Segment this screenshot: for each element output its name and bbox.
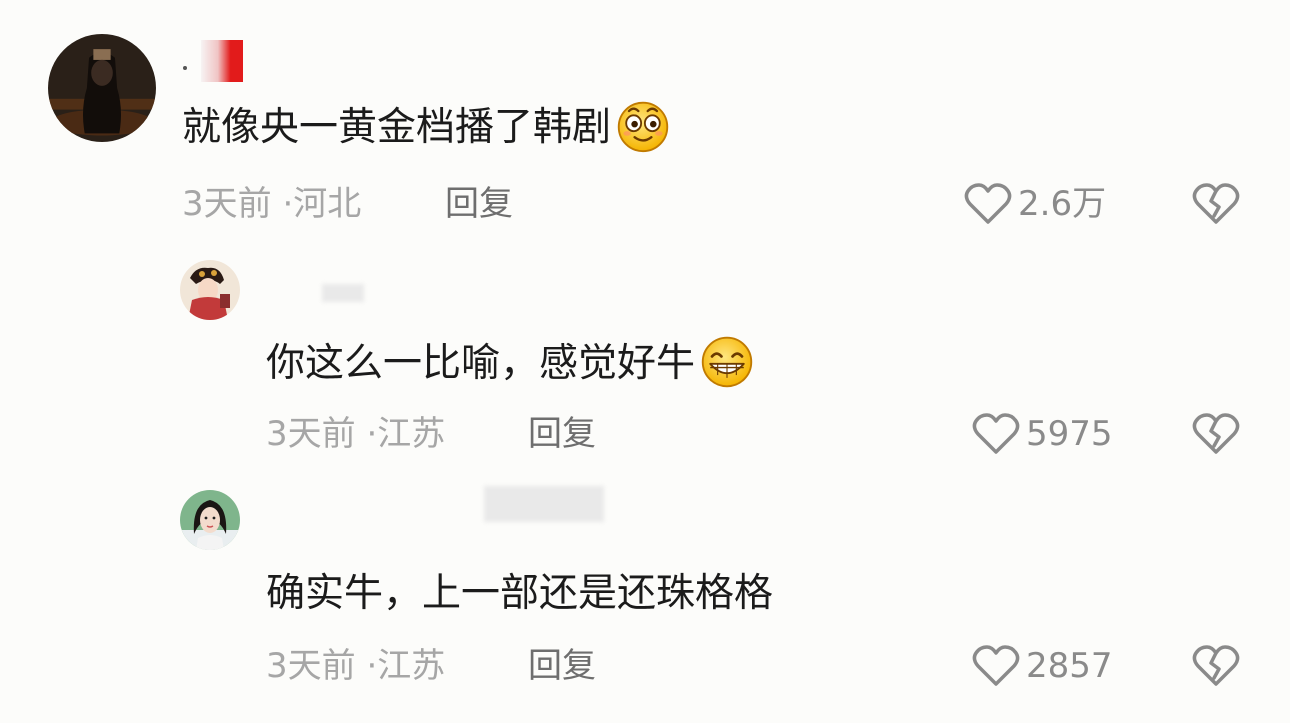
reply-button[interactable]: 回复 (445, 182, 513, 226)
comment-time: 3天前 (266, 646, 356, 686)
avatar-image (48, 34, 156, 142)
comment-1: 就像央一黄金档播了韩剧 3天前 ·河北 回复 2.6万 (0, 0, 1290, 240)
reply-button[interactable]: 回复 (528, 412, 596, 456)
username-redacted[interactable] (322, 284, 364, 302)
broken-heart-icon (1192, 413, 1240, 454)
heart-outline-icon (972, 645, 1020, 686)
like-button[interactable]: 5975 (972, 412, 1113, 456)
dislike-button[interactable] (1192, 644, 1240, 688)
comment-text-content: 就像央一黄金档播了韩剧 (182, 105, 612, 150)
comment-location: 江苏 (377, 414, 446, 454)
like-count: 5975 (1026, 414, 1113, 454)
grin-emoji-icon (701, 336, 753, 387)
like-button[interactable]: 2.6万 (964, 182, 1106, 226)
comment-location: 江苏 (377, 646, 446, 686)
comment-2: 你这么一比喻，感觉好牛 3天前 ·江苏 回复 5975 (0, 240, 1290, 470)
comment-time: 3天前 (182, 184, 272, 224)
broken-heart-icon (1192, 183, 1240, 224)
comment-time: 3天前 (266, 414, 356, 454)
comment-text: 确实牛，上一部还是还珠格格 (266, 570, 773, 618)
like-count: 2857 (1026, 646, 1113, 686)
avatar-image (180, 490, 240, 550)
meta-separator: · (366, 646, 378, 686)
dislike-button[interactable] (1192, 182, 1240, 226)
reply-button[interactable]: 回复 (528, 644, 596, 688)
comment-text: 你这么一比喻，感觉好牛 (266, 336, 755, 390)
broken-heart-icon (1192, 645, 1240, 686)
meta-separator: · (366, 414, 378, 454)
meta-separator: · (282, 184, 294, 224)
comment-location: 河北 (293, 184, 362, 224)
heart-outline-icon (972, 413, 1020, 454)
comment-meta: 3天前 ·江苏 (266, 644, 445, 688)
like-count: 2.6万 (1018, 184, 1107, 224)
comment-text-content: 确实牛，上一部还是还珠格格 (266, 571, 774, 616)
goofy-eyes-emoji-icon (617, 101, 669, 152)
comment-text: 就像央一黄金档播了韩剧 (182, 101, 671, 154)
comment-meta: 3天前 ·河北 (182, 182, 361, 226)
username-redacted[interactable] (183, 40, 243, 82)
comment-3: 确实牛，上一部还是还珠格格 3天前 ·江苏 回复 2857 (0, 470, 1290, 723)
dislike-button[interactable] (1192, 412, 1240, 456)
avatar[interactable] (180, 260, 240, 320)
avatar[interactable] (48, 34, 156, 142)
comment-text-content: 你这么一比喻，感觉好牛 (266, 341, 696, 386)
avatar-image (180, 260, 240, 320)
like-button[interactable]: 2857 (972, 644, 1113, 688)
heart-outline-icon (964, 183, 1012, 224)
avatar[interactable] (180, 490, 240, 550)
username-redacted[interactable] (484, 486, 604, 522)
comment-meta: 3天前 ·江苏 (266, 412, 445, 456)
